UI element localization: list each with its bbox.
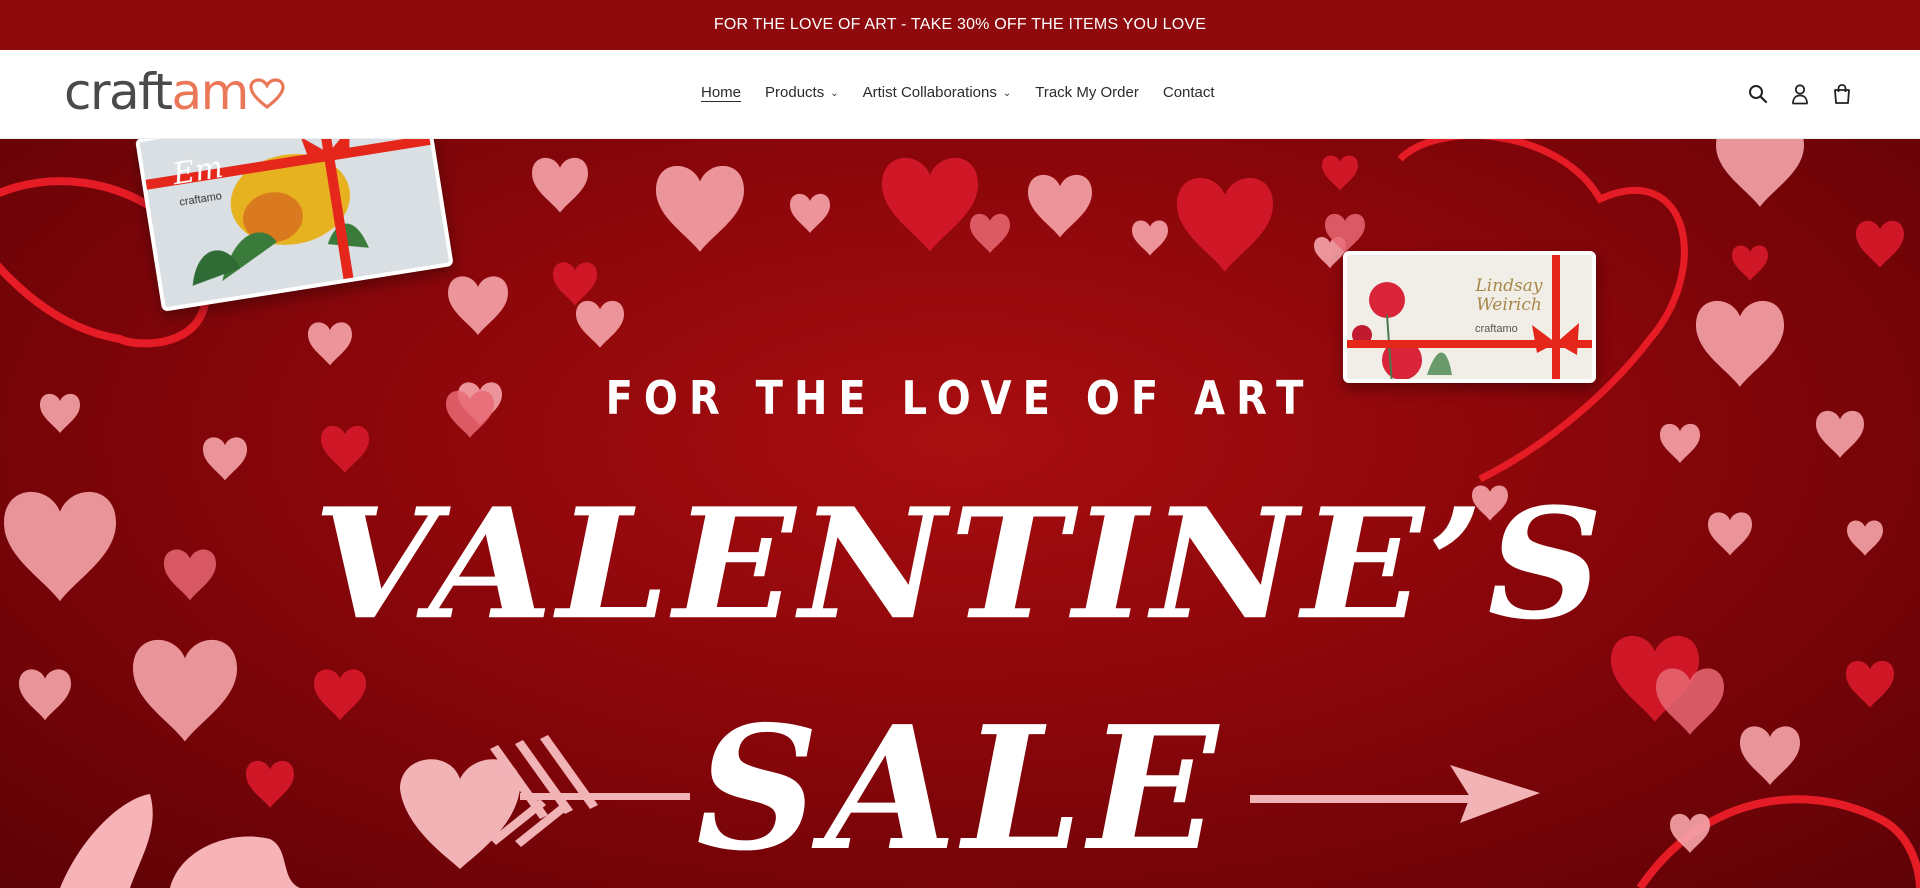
search-icon [1749,85,1768,104]
nav-track-my-order-label: Track My Order [1035,84,1139,101]
hero-banner[interactable]: Em craftamo Lindsay Weirich craftamo FOR… [0,139,1920,888]
nav-artist-collaborations[interactable]: Artist Collaborations ⌄ [863,84,1012,101]
nav-contact-label: Contact [1162,84,1215,101]
cart-icon [1834,84,1850,104]
chevron-down-icon: ⌄ [830,88,839,99]
nav-artist-collaborations-label: Artist Collaborations [862,84,997,101]
nav-home-label: Home [701,84,742,101]
logo-text-amo: am [171,63,250,121]
header-icons [1744,80,1856,108]
hero-subtitle: FOR THE LOVE OF ART [605,372,1315,426]
nav-products[interactable]: Products ⌄ [765,84,839,101]
nav-products-label: Products [765,84,825,101]
nav-contact[interactable]: Contact [1163,84,1215,101]
announcement-bar: FOR THE LOVE OF ART - TAKE 30% OFF THE I… [0,0,1920,50]
card-right-brand: craftamo [1475,323,1518,335]
hero-sale-title: SALE [696,689,1224,888]
logo-text-craft: craft [64,63,173,121]
announcement-text: FOR THE LOVE OF ART - TAKE 30% OFF THE I… [713,16,1207,33]
site-logo[interactable]: craftam [64,66,285,118]
account-icon [1792,84,1808,105]
account-button[interactable] [1786,80,1814,108]
poppy-illustration-icon [1347,255,1592,379]
nav-home[interactable]: Home [701,84,741,101]
chevron-down-icon: ⌄ [1002,88,1012,99]
nav-track-my-order[interactable]: Track My Order [1035,84,1139,101]
card-right-signature: Lindsay Weirich [1475,276,1543,315]
cart-button[interactable] [1828,80,1856,108]
logo-heart-icon [249,78,285,110]
site-header: craftam Home Products ⌄ Artist Collabora… [0,50,1920,139]
gift-card-right: Lindsay Weirich craftamo [1343,251,1596,383]
hero-title: VALENTINE’S [313,474,1607,654]
search-button[interactable] [1744,80,1772,108]
main-nav: Home Products ⌄ Artist Collaborations ⌄ … [701,84,1215,101]
